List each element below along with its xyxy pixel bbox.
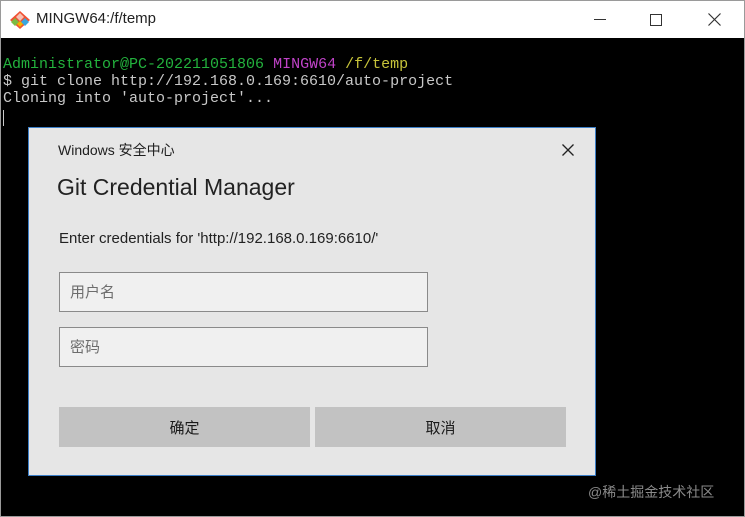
watermark: @稀土掘金技术社区 bbox=[588, 484, 715, 500]
prompt-line: Administrator@PC-202211051806 MINGW64 /f… bbox=[3, 56, 408, 74]
terminal-cursor bbox=[3, 110, 4, 126]
close-icon bbox=[707, 13, 721, 26]
dialog-prompt: Enter credentials for 'http://192.168.0.… bbox=[59, 230, 379, 247]
prompt-user: Administrator@PC-202211051806 bbox=[3, 56, 265, 73]
password-field[interactable] bbox=[59, 327, 428, 367]
command-line: $ git clone http://192.168.0.169:6610/au… bbox=[3, 73, 454, 90]
prompt-env: MINGW64 bbox=[273, 56, 337, 73]
username-field[interactable] bbox=[59, 272, 428, 312]
dialog-heading: Git Credential Manager bbox=[57, 174, 295, 200]
cancel-button[interactable]: 取消 bbox=[315, 407, 566, 447]
window-titlebar[interactable]: MINGW64:/f/temp bbox=[1, 1, 744, 38]
credential-dialog: Windows 安全中心 Git Credential Manager Ente… bbox=[28, 127, 596, 476]
dialog-caption: Windows 安全中心 bbox=[58, 142, 175, 158]
minimize-button[interactable] bbox=[577, 1, 623, 38]
git-bash-icon bbox=[10, 11, 30, 29]
command-output: Cloning into 'auto-project'... bbox=[3, 90, 274, 107]
close-icon bbox=[562, 144, 574, 156]
ok-button[interactable]: 确定 bbox=[59, 407, 310, 447]
close-button[interactable] bbox=[691, 1, 737, 38]
maximize-button[interactable] bbox=[633, 1, 679, 38]
maximize-icon bbox=[650, 13, 662, 26]
prompt-path: /f/temp bbox=[345, 56, 409, 73]
dialog-close-button[interactable] bbox=[555, 138, 581, 162]
window-title: MINGW64:/f/temp bbox=[36, 10, 157, 27]
minimize-icon bbox=[594, 18, 606, 20]
